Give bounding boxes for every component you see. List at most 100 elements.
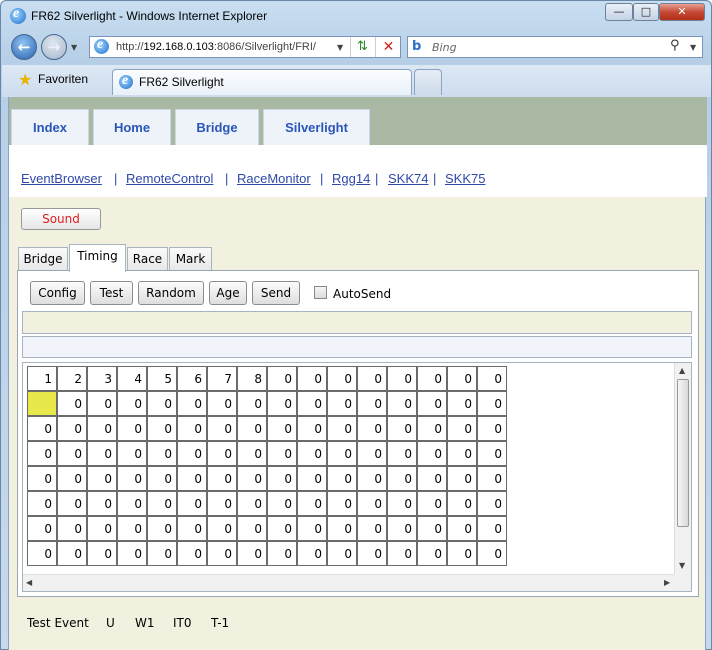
grid-cell[interactable]: 0 <box>297 541 327 566</box>
grid-cell[interactable]: 0 <box>57 541 87 566</box>
grid-cell[interactable]: 0 <box>387 541 417 566</box>
grid-cell[interactable]: 0 <box>207 541 237 566</box>
grid-cell[interactable]: 0 <box>387 491 417 516</box>
grid-cell[interactable]: 0 <box>267 466 297 491</box>
forward-button[interactable]: → <box>41 34 67 60</box>
search-dropdown-icon[interactable]: ▼ <box>690 43 696 52</box>
grid-cell[interactable]: 0 <box>27 541 57 566</box>
grid-cell[interactable]: 0 <box>207 416 237 441</box>
grid-cell[interactable]: 0 <box>207 466 237 491</box>
sound-button[interactable]: Sound <box>21 208 101 230</box>
grid-cell[interactable]: 0 <box>237 541 267 566</box>
random-button[interactable]: Random <box>138 281 204 305</box>
age-button[interactable]: Age <box>209 281 247 305</box>
grid-cell[interactable]: 0 <box>57 441 87 466</box>
grid-header-cell[interactable]: 1 <box>27 366 57 391</box>
grid-header-cell[interactable]: 8 <box>237 366 267 391</box>
grid-cell[interactable]: 0 <box>147 516 177 541</box>
grid-cell[interactable]: 0 <box>267 391 297 416</box>
grid-cell[interactable]: 0 <box>117 466 147 491</box>
grid-cell[interactable]: 0 <box>357 516 387 541</box>
grid-cell[interactable]: 0 <box>447 441 477 466</box>
grid-cell[interactable]: 0 <box>117 441 147 466</box>
grid-cell[interactable]: 0 <box>447 491 477 516</box>
grid-header-cell[interactable]: 0 <box>267 366 297 391</box>
grid-cell[interactable]: 0 <box>27 466 57 491</box>
grid-cell[interactable]: 0 <box>447 416 477 441</box>
grid-cell[interactable]: 0 <box>177 466 207 491</box>
grid-cell[interactable]: 0 <box>177 516 207 541</box>
grid-cell[interactable]: 0 <box>477 391 507 416</box>
grid-cell[interactable]: 0 <box>117 391 147 416</box>
tab-race[interactable]: Race <box>127 247 168 271</box>
grid-cell[interactable]: 0 <box>447 391 477 416</box>
grid-cell[interactable]: 0 <box>57 491 87 516</box>
grid-cell[interactable]: 0 <box>237 516 267 541</box>
grid-cell[interactable]: 0 <box>237 416 267 441</box>
grid-cell[interactable] <box>27 391 57 416</box>
grid-cell[interactable]: 0 <box>87 466 117 491</box>
grid-cell[interactable]: 0 <box>327 441 357 466</box>
grid-cell[interactable]: 0 <box>177 491 207 516</box>
grid-header-cell[interactable]: 0 <box>447 366 477 391</box>
scroll-left-icon[interactable]: ◀ <box>26 578 32 587</box>
tab-mark[interactable]: Mark <box>169 247 212 271</box>
grid-cell[interactable]: 0 <box>177 441 207 466</box>
grid-cell[interactable]: 0 <box>177 391 207 416</box>
link-skk75[interactable]: SKK75 <box>445 171 485 186</box>
grid-cell[interactable]: 0 <box>357 416 387 441</box>
grid-header-cell[interactable]: 0 <box>297 366 327 391</box>
grid-cell[interactable]: 0 <box>207 391 237 416</box>
grid-cell[interactable]: 0 <box>327 516 357 541</box>
grid-cell[interactable]: 0 <box>267 491 297 516</box>
grid-cell[interactable]: 0 <box>357 441 387 466</box>
vertical-scrollbar[interactable]: ▲ ▼ <box>674 363 691 575</box>
grid-cell[interactable]: 0 <box>447 541 477 566</box>
grid-cell[interactable]: 0 <box>237 491 267 516</box>
grid-cell[interactable]: 0 <box>27 516 57 541</box>
nav-index[interactable]: Index <box>11 109 89 145</box>
address-bar[interactable]: http://192.168.0.103:8086/Silverlight/FR… <box>89 36 401 58</box>
grid-cell[interactable]: 0 <box>477 516 507 541</box>
grid-cell[interactable]: 0 <box>477 491 507 516</box>
grid-cell[interactable]: 0 <box>87 541 117 566</box>
refresh-icon[interactable]: ⇅ <box>350 37 374 57</box>
grid-cell[interactable]: 0 <box>297 491 327 516</box>
grid-cell[interactable]: 0 <box>117 491 147 516</box>
history-dropdown-icon[interactable]: ▼ <box>71 43 77 52</box>
close-button[interactable]: ✕ <box>659 3 705 21</box>
send-button[interactable]: Send <box>252 281 300 305</box>
grid-cell[interactable]: 0 <box>417 441 447 466</box>
grid-cell[interactable]: 0 <box>87 441 117 466</box>
grid-header-cell[interactable]: 5 <box>147 366 177 391</box>
grid-cell[interactable]: 0 <box>417 466 447 491</box>
grid-header-cell[interactable]: 0 <box>357 366 387 391</box>
grid-cell[interactable]: 0 <box>237 441 267 466</box>
nav-silverlight[interactable]: Silverlight <box>263 109 370 145</box>
address-dropdown-icon[interactable]: ▼ <box>337 43 343 52</box>
scroll-right-icon[interactable]: ▶ <box>664 578 670 587</box>
tab-bridge[interactable]: Bridge <box>18 247 68 271</box>
grid-cell[interactable]: 0 <box>387 516 417 541</box>
grid-cell[interactable]: 0 <box>387 391 417 416</box>
grid-cell[interactable]: 0 <box>207 516 237 541</box>
grid-header-cell[interactable]: 4 <box>117 366 147 391</box>
grid-cell[interactable]: 0 <box>477 541 507 566</box>
grid-cell[interactable]: 0 <box>27 416 57 441</box>
scroll-down-icon[interactable]: ▼ <box>679 561 685 570</box>
grid-cell[interactable]: 0 <box>357 541 387 566</box>
link-racemonitor[interactable]: RaceMonitor <box>237 171 311 186</box>
stop-icon[interactable]: ✕ <box>375 37 401 57</box>
grid-cell[interactable]: 0 <box>267 441 297 466</box>
grid-header-cell[interactable]: 2 <box>57 366 87 391</box>
grid-cell[interactable]: 0 <box>207 441 237 466</box>
back-button[interactable]: ← <box>11 34 37 60</box>
grid-cell[interactable]: 0 <box>57 416 87 441</box>
grid-cell[interactable]: 0 <box>147 416 177 441</box>
grid-cell[interactable]: 0 <box>297 441 327 466</box>
link-skk74[interactable]: SKK74 <box>388 171 428 186</box>
grid-header-cell[interactable]: 0 <box>417 366 447 391</box>
grid-cell[interactable]: 0 <box>177 416 207 441</box>
grid-cell[interactable]: 0 <box>57 466 87 491</box>
grid-cell[interactable]: 0 <box>297 391 327 416</box>
